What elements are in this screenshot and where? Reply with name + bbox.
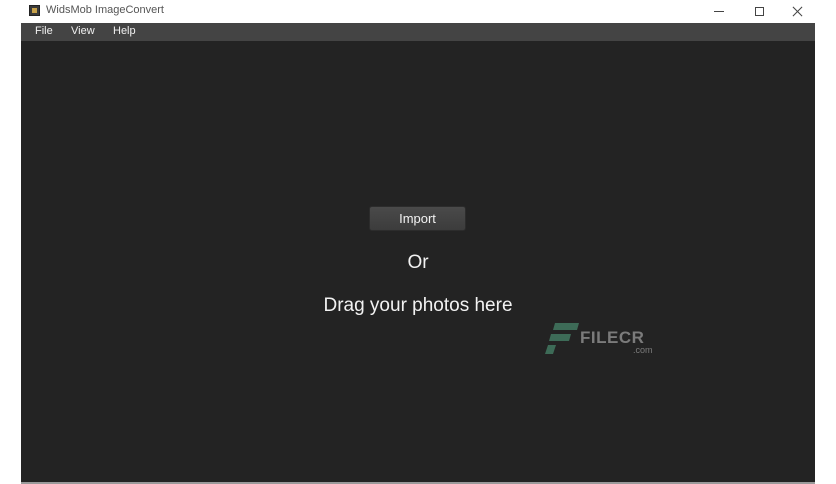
filecr-watermark: FILECR .com [545,321,655,355]
menu-file[interactable]: File [35,25,53,37]
window-title: WidsMob ImageConvert [46,4,164,16]
maximize-button[interactable] [741,0,777,22]
app-icon [29,5,40,16]
drag-photos-label: Drag your photos here [323,295,513,316]
title-bar[interactable]: WidsMob ImageConvert [21,0,815,23]
close-icon [792,6,803,17]
minimize-button[interactable] [701,0,737,22]
menu-view[interactable]: View [71,25,95,37]
import-button[interactable]: Import [369,206,466,231]
minimize-icon [714,10,724,12]
or-label: Or [407,252,429,273]
filecr-logo-icon [545,323,579,354]
menu-help[interactable]: Help [113,25,136,37]
drop-zone[interactable]: Import Or Drag your photos here FILECR .… [21,41,815,482]
app-window: WidsMob ImageConvert File View Help Impo… [21,0,815,484]
watermark-suffix: .com [633,345,653,355]
maximize-icon [754,6,764,16]
menu-bar: File View Help [21,23,815,41]
close-button[interactable] [779,0,815,22]
